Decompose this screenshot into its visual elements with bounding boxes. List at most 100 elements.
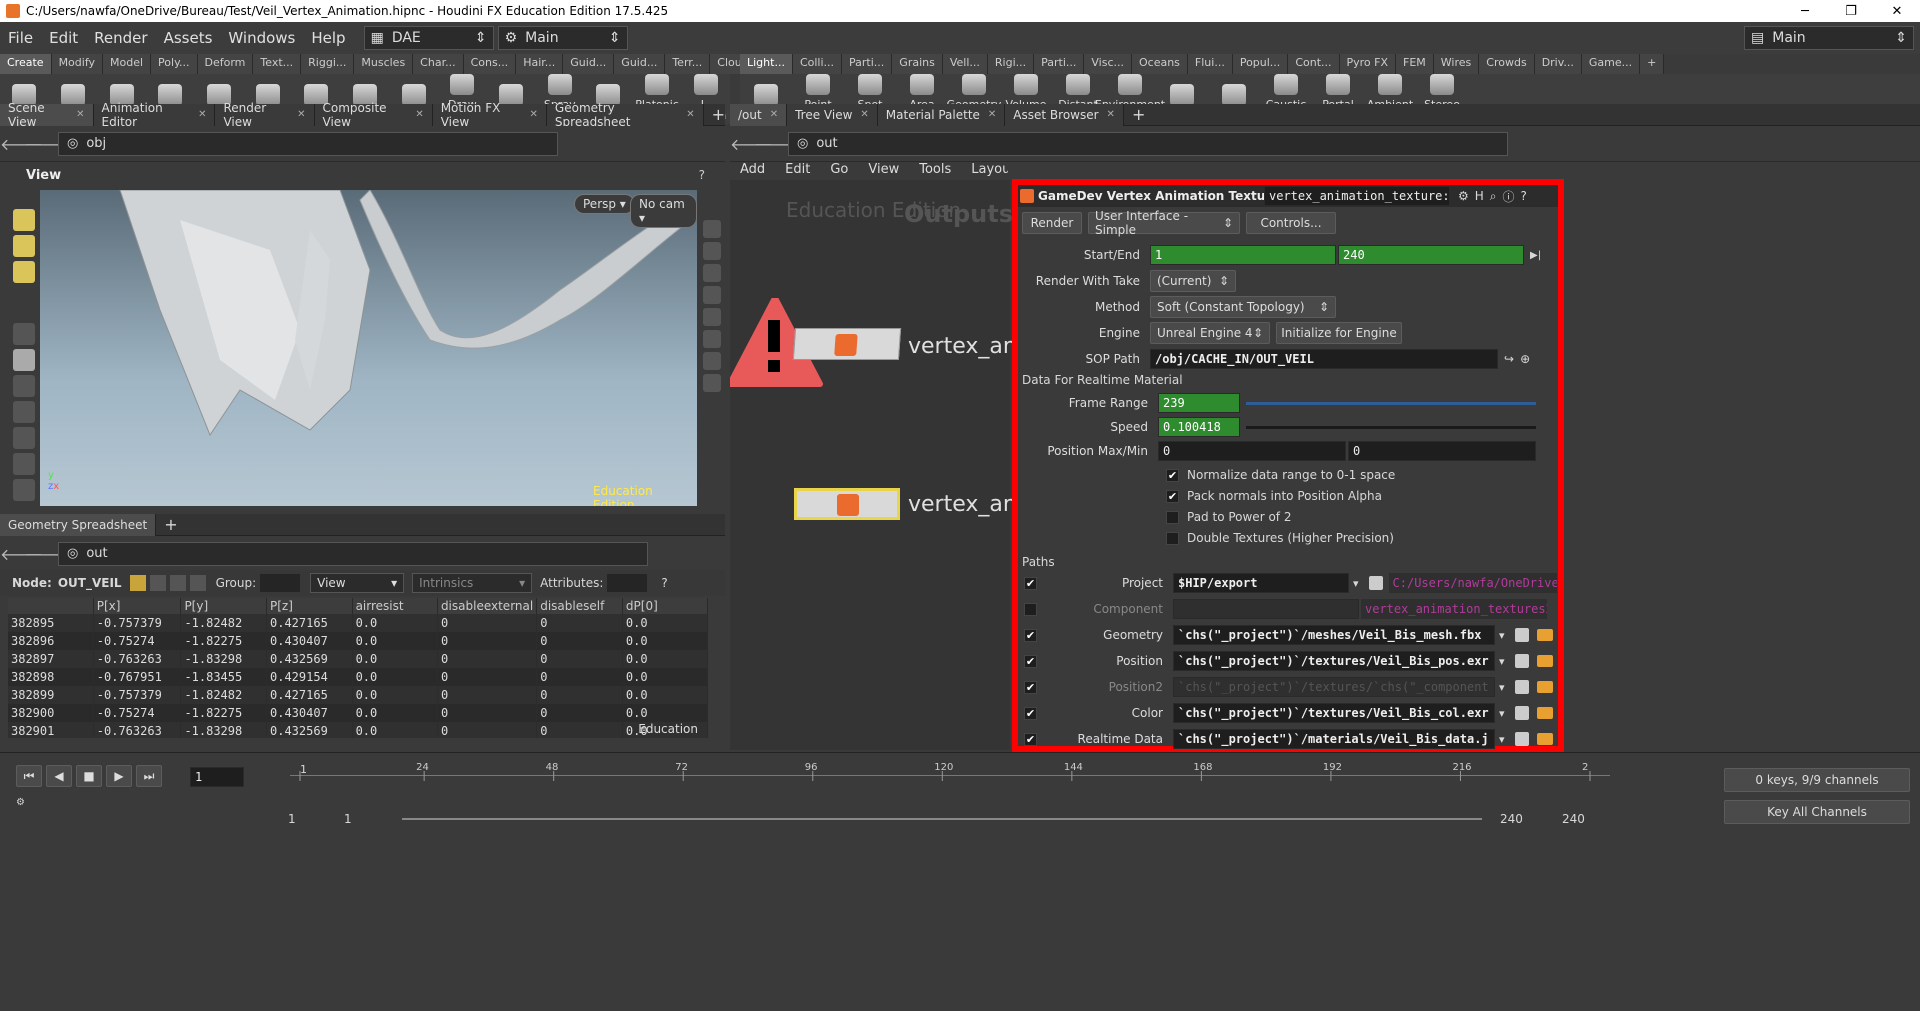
minimize-button[interactable]: ─ (1782, 4, 1828, 19)
table-row[interactable]: 382895 -0.757379 -1.82482 0.427165 0.0 0 0 0.0 (8, 614, 708, 632)
vat-node-2[interactable] (794, 488, 900, 520)
tab-material-palette[interactable]: Material Palette ✕ (877, 103, 1006, 126)
speed-slider[interactable] (1246, 425, 1536, 429)
transform-tool-icon[interactable] (13, 375, 35, 397)
method-dropdown[interactable]: Soft (Constant Topology) ⇕ (1150, 296, 1336, 318)
houdini-h-icon[interactable]: H (1475, 189, 1484, 203)
jump-to-node-icon[interactable]: ↪ (1504, 352, 1514, 366)
primitives-mode-icon[interactable] (169, 575, 186, 591)
snap-icon[interactable] (703, 242, 721, 260)
intrinsics-dropdown[interactable]: Intrinsics ▾ (412, 573, 533, 593)
key-all-channels-button[interactable]: Key All Channels (1724, 800, 1910, 824)
color-dropdown-icon[interactable]: ▾ (1499, 707, 1505, 720)
shading-icon[interactable] (703, 308, 721, 326)
sop-path-field[interactable]: /obj/CACHE_IN/OUT_VEIL (1150, 349, 1498, 369)
vat-node-1[interactable] (792, 328, 902, 360)
menu-file[interactable]: File (0, 29, 41, 47)
checkbox-double-textures-higher-precision[interactable] (1166, 531, 1179, 545)
tab-asset-browser[interactable]: Asset Browser ✕ (1005, 103, 1124, 126)
stop-icon[interactable]: ■ (76, 765, 102, 787)
shelf-tab-crowds[interactable]: Crowds (1479, 54, 1535, 74)
checkbox-component[interactable] (1024, 602, 1037, 616)
back-arrow-icon[interactable]: 🡐 (0, 134, 43, 154)
close-button[interactable]: ✕ (1874, 4, 1920, 19)
tab-motion-fx-view[interactable]: Motion FX View ✕ (432, 101, 547, 129)
table-row[interactable]: 382900 -0.75274 -1.82275 0.430407 0.0 0 0 0.0 (8, 704, 708, 722)
lock-icon[interactable] (13, 349, 35, 371)
gear-icon[interactable]: ⚙ (1458, 189, 1469, 203)
current-frame-field[interactable]: 1 (190, 767, 244, 787)
shelf-tab-muscles[interactable]: Muscles (354, 54, 414, 74)
shelf-tab-light[interactable]: Light... (740, 54, 793, 74)
scene-path-field[interactable]: ◎ obj (58, 131, 558, 156)
bulb-icon[interactable] (703, 352, 721, 370)
shelf-tab-cont[interactable]: Cont... (1288, 54, 1340, 74)
range-slider[interactable] (402, 818, 1482, 820)
ui-mode-dropdown[interactable]: User Interface - Simple ⇕ (1088, 209, 1240, 237)
geometry-dropdown-icon[interactable]: ▾ (1499, 629, 1505, 642)
checkbox-color[interactable]: ✔ (1024, 706, 1037, 720)
network-menu-go[interactable]: Go (830, 162, 848, 177)
folder-icon[interactable] (1536, 629, 1553, 641)
column-header-p-x[interactable]: P[x] (93, 598, 182, 614)
timeline-track[interactable]: 24 48 72 96 120 144 168 192 216 2 (290, 763, 1610, 793)
keys-info[interactable]: 0 keys, 9/9 channels (1724, 768, 1910, 792)
group-field[interactable] (260, 574, 301, 592)
menu-windows[interactable]: Windows (220, 29, 303, 47)
tab-composite-view[interactable]: Composite View ✕ (314, 101, 433, 129)
add-tab-icon[interactable]: + (164, 515, 177, 534)
tab-close-icon[interactable]: ✕ (860, 109, 868, 120)
file-chooser-icon[interactable] (1514, 680, 1529, 694)
position2-field[interactable]: `chs("_project")`/textures/`chs("_compon… (1173, 677, 1495, 697)
points-mode-icon[interactable] (129, 575, 146, 591)
shelf-tab-parti[interactable]: Parti... (842, 54, 893, 74)
workspace-selector[interactable]: ⚙ Main ⇕ (497, 26, 628, 50)
timeline-options-icon[interactable]: ⚙ (16, 797, 25, 808)
project-dropdown-icon[interactable]: ▾ (1353, 577, 1359, 590)
shelf-tab-guid[interactable]: Guid... (563, 54, 615, 74)
view-tool-icon[interactable] (13, 479, 35, 501)
handle-tool-icon[interactable] (13, 427, 35, 449)
table-row[interactable]: 382898 -0.767951 -1.83455 0.429154 0.0 0 0 0.0 (8, 668, 708, 686)
tab-tree-view[interactable]: Tree View ✕ (787, 103, 878, 126)
play-backward-icon[interactable]: ◀ (46, 765, 72, 787)
folder-icon[interactable] (1536, 655, 1553, 667)
detail-mode-icon[interactable] (189, 575, 206, 591)
tab-geometry-spreadsheet[interactable]: Geometry Spreadsheet (0, 513, 157, 536)
select-tool-icon[interactable] (13, 209, 35, 231)
tab-scene-view[interactable]: Scene View ✕ (0, 101, 94, 129)
node-chooser-icon[interactable]: ⊕ (1520, 352, 1530, 366)
geometry-field[interactable]: `chs("_project")`/meshes/Veil_Bis_mesh.f… (1173, 625, 1495, 645)
shelf-tab-colli[interactable]: Colli... (792, 54, 843, 74)
menu-assets[interactable]: Assets (156, 29, 221, 47)
table-row[interactable]: 382897 -0.763263 -1.83298 0.432569 0.0 0 0 0.0 (8, 650, 708, 668)
menu-help[interactable]: Help (303, 29, 353, 47)
shelf-tab-char[interactable]: Char... (413, 54, 464, 74)
controls-button[interactable]: Controls... (1246, 212, 1336, 234)
realtime_data-field[interactable]: `chs("_project")`/materials/Veil_Bis_dat… (1173, 729, 1495, 749)
checkbox-geometry[interactable]: ✔ (1024, 628, 1037, 642)
shelf-tab-create[interactable]: Create (0, 54, 52, 74)
add-tab-icon[interactable]: + (1132, 105, 1145, 124)
help-icon[interactable]: ? (699, 168, 705, 182)
shelf-tab-vell[interactable]: Vell... (942, 54, 988, 74)
tab-close-icon[interactable]: ✕ (198, 109, 206, 120)
network-editor[interactable]: Education Edition Outputs vertex_ani ver… (730, 180, 1023, 750)
checkbox-position[interactable]: ✔ (1024, 654, 1037, 668)
shelf-tab-deform[interactable]: Deform (197, 54, 254, 74)
engine-dropdown[interactable]: Unreal Engine 4 ⇕ (1150, 322, 1270, 344)
back-arrow-icon[interactable]: 🡐 (0, 544, 43, 564)
shelf-tab-visc[interactable]: Visc... (1084, 54, 1132, 74)
position-max-field[interactable]: 0 (1158, 441, 1346, 461)
color-field[interactable]: `chs("_project")`/textures/Veil_Bis_col.… (1173, 703, 1495, 723)
position2-dropdown-icon[interactable]: ▾ (1499, 681, 1505, 694)
tab-render-view[interactable]: Render View ✕ (215, 101, 315, 129)
tab-close-icon[interactable]: ✕ (415, 109, 423, 120)
maximize-button[interactable]: ❐ (1828, 4, 1874, 19)
camera-view-icon[interactable] (703, 374, 721, 392)
checkbox-project[interactable]: ✔ (1024, 576, 1037, 590)
folder-icon[interactable] (1536, 681, 1553, 693)
shelf-tab-poly[interactable]: Poly... (151, 54, 198, 74)
folder-icon[interactable] (1536, 733, 1553, 745)
shelf-tab-wires[interactable]: Wires (1433, 54, 1480, 74)
